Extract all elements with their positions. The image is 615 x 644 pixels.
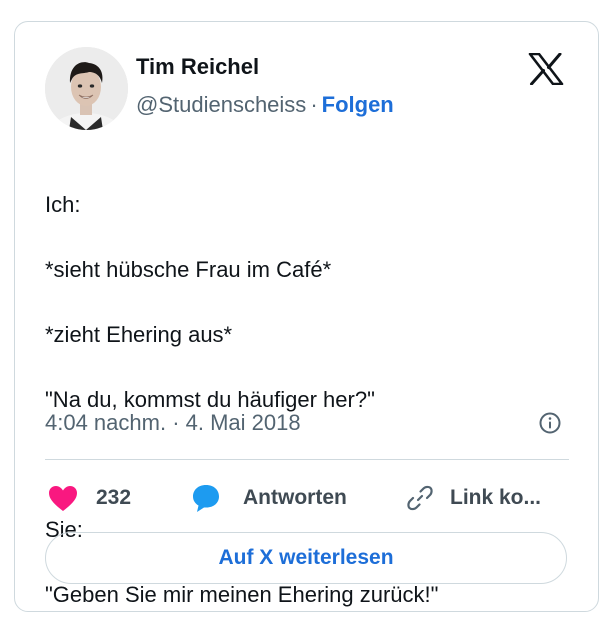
tweet-timestamp[interactable]: 4:04 nachm. · 4. Mai 2018 <box>45 410 301 436</box>
reply-button[interactable]: Antworten <box>191 481 347 515</box>
author-handle-line: @Studienscheiss · Folgen <box>136 92 394 118</box>
reply-label: Antworten <box>243 486 347 509</box>
tweet-line: *sieht hübsche Frau im Café* <box>45 256 332 282</box>
follow-link[interactable]: Folgen <box>322 92 394 117</box>
copy-link-label: Link ko... <box>450 486 542 509</box>
tweet-line: Ich: <box>45 191 81 217</box>
author-handle[interactable]: @Studienscheiss <box>136 92 306 117</box>
separator-dot: · <box>310 92 318 117</box>
like-button[interactable]: 232 <box>48 481 131 515</box>
embedded-tweet-card: Tim Reichel @Studienscheiss · Folgen Ich: … <box>14 21 599 612</box>
author-name[interactable]: Tim Reichel <box>136 54 259 80</box>
like-count: 232 <box>96 486 132 509</box>
copy-link-button[interactable]: Link ko... <box>406 481 541 515</box>
link-icon <box>407 485 433 511</box>
heart-icon <box>49 485 77 511</box>
speech-bubble-icon <box>193 485 219 512</box>
x-logo-icon[interactable] <box>528 52 564 86</box>
info-icon[interactable] <box>538 411 562 435</box>
read-on-x-button[interactable]: Auf X weiterlesen <box>45 532 567 584</box>
tweet-line: *zieht Ehering aus* <box>45 321 233 347</box>
divider <box>45 459 569 460</box>
avatar[interactable] <box>45 47 128 130</box>
